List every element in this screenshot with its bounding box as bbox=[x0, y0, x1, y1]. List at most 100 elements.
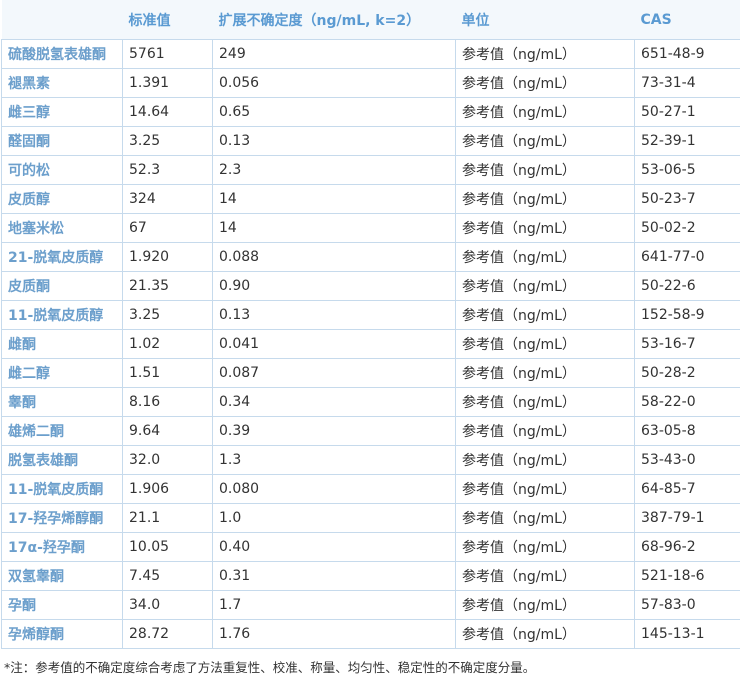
cas-number: 50-27-1 bbox=[634, 97, 740, 127]
standard-value: 67 bbox=[122, 213, 213, 243]
table-row: 雌三醇 14.64 0.65 参考值（ng/mL） 50-27-1 bbox=[1, 97, 740, 127]
cas-number: 53-43-0 bbox=[634, 445, 740, 475]
table-row: 11-脱氧皮质酮 1.906 0.080 参考值（ng/mL） 64-85-7 bbox=[1, 474, 740, 504]
cas-number: 68-96-2 bbox=[634, 532, 740, 562]
uncertainty: 0.90 bbox=[212, 271, 456, 301]
compound-name: 雌二醇 bbox=[1, 358, 123, 388]
compound-name: 睾酮 bbox=[1, 387, 123, 417]
cas-number: 50-22-6 bbox=[634, 271, 740, 301]
standard-value: 7.45 bbox=[122, 561, 213, 591]
table-row: 孕烯醇酮 28.72 1.76 参考值（ng/mL） 145-13-1 bbox=[1, 619, 740, 649]
cas-number: 53-16-7 bbox=[634, 329, 740, 359]
table-row: 雄烯二酮 9.64 0.39 参考值（ng/mL） 63-05-8 bbox=[1, 416, 740, 446]
table-row: 睾酮 8.16 0.34 参考值（ng/mL） 58-22-0 bbox=[1, 387, 740, 417]
cas-number: 521-18-6 bbox=[634, 561, 740, 591]
unit: 参考值（ng/mL） bbox=[455, 329, 635, 359]
cas-number: 387-79-1 bbox=[634, 503, 740, 533]
cas-number: 53-06-5 bbox=[634, 155, 740, 185]
standard-value: 5761 bbox=[122, 39, 213, 69]
compound-name: 17-羟孕烯醇酮 bbox=[1, 503, 123, 533]
table-row: 地塞米松 67 14 参考值（ng/mL） 50-02-2 bbox=[1, 213, 740, 243]
table-row: 雌酮 1.02 0.041 参考值（ng/mL） 53-16-7 bbox=[1, 329, 740, 359]
table-row: 褪黑素 1.391 0.056 参考值（ng/mL） 73-31-4 bbox=[1, 68, 740, 98]
compound-name: 孕酮 bbox=[1, 590, 123, 620]
uncertainty: 0.13 bbox=[212, 126, 456, 156]
unit: 参考值（ng/mL） bbox=[455, 561, 635, 591]
uncertainty: 14 bbox=[212, 184, 456, 214]
standard-value: 32.0 bbox=[122, 445, 213, 475]
unit: 参考值（ng/mL） bbox=[455, 445, 635, 475]
uncertainty: 0.056 bbox=[212, 68, 456, 98]
unit: 参考值（ng/mL） bbox=[455, 300, 635, 330]
compound-name: 孕烯醇酮 bbox=[1, 619, 123, 649]
cas-number: 73-31-4 bbox=[634, 68, 740, 98]
header-unit: 单位 bbox=[455, 0, 635, 40]
uncertainty: 0.31 bbox=[212, 561, 456, 591]
compound-name: 醛固酮 bbox=[1, 126, 123, 156]
table-row: 17-羟孕烯醇酮 21.1 1.0 参考值（ng/mL） 387-79-1 bbox=[1, 503, 740, 533]
uncertainty: 0.40 bbox=[212, 532, 456, 562]
uncertainty: 1.7 bbox=[212, 590, 456, 620]
unit: 参考值（ng/mL） bbox=[455, 68, 635, 98]
cas-number: 52-39-1 bbox=[634, 126, 740, 156]
footnote: *注：参考值的不确定度综合考虑了方法重复性、校准、称量、均匀性、稳定性的不确定度… bbox=[4, 660, 536, 675]
compound-name: 皮质醇 bbox=[1, 184, 123, 214]
unit: 参考值（ng/mL） bbox=[455, 532, 635, 562]
compound-name: 21-脱氧皮质醇 bbox=[1, 242, 123, 272]
unit: 参考值（ng/mL） bbox=[455, 474, 635, 504]
standards-table: 标准值 扩展不确定度（ng/mL, k=2） 单位 CAS 硫酸脱氢表雄酮 576… bbox=[1, 0, 740, 649]
header-row: 标准值 扩展不确定度（ng/mL, k=2） 单位 CAS bbox=[1, 0, 740, 40]
compound-name: 雌三醇 bbox=[1, 97, 123, 127]
table-row: 双氢睾酮 7.45 0.31 参考值（ng/mL） 521-18-6 bbox=[1, 561, 740, 591]
uncertainty: 1.0 bbox=[212, 503, 456, 533]
standard-value: 21.35 bbox=[122, 271, 213, 301]
table-row: 17α-羟孕酮 10.05 0.40 参考值（ng/mL） 68-96-2 bbox=[1, 532, 740, 562]
uncertainty: 0.088 bbox=[212, 242, 456, 272]
unit: 参考值（ng/mL） bbox=[455, 387, 635, 417]
standard-value: 3.25 bbox=[122, 300, 213, 330]
uncertainty: 14 bbox=[212, 213, 456, 243]
unit: 参考值（ng/mL） bbox=[455, 39, 635, 69]
uncertainty: 0.39 bbox=[212, 416, 456, 446]
unit: 参考值（ng/mL） bbox=[455, 503, 635, 533]
uncertainty: 0.65 bbox=[212, 97, 456, 127]
cas-number: 641-77-0 bbox=[634, 242, 740, 272]
header-standard-value: 标准值 bbox=[122, 0, 213, 40]
uncertainty: 1.3 bbox=[212, 445, 456, 475]
standard-value: 1.51 bbox=[122, 358, 213, 388]
unit: 参考值（ng/mL） bbox=[455, 213, 635, 243]
standards-table-container: 标准值 扩展不确定度（ng/mL, k=2） 单位 CAS 硫酸脱氢表雄酮 576… bbox=[0, 0, 740, 649]
compound-name: 17α-羟孕酮 bbox=[1, 532, 123, 562]
cas-number: 50-23-7 bbox=[634, 184, 740, 214]
table-row: 醛固酮 3.25 0.13 参考值（ng/mL） 52-39-1 bbox=[1, 126, 740, 156]
table-header: 标准值 扩展不确定度（ng/mL, k=2） 单位 CAS bbox=[1, 0, 740, 40]
cas-number: 152-58-9 bbox=[634, 300, 740, 330]
header-uncertainty: 扩展不确定度（ng/mL, k=2） bbox=[212, 0, 456, 40]
table-row: 11-脱氧皮质醇 3.25 0.13 参考值（ng/mL） 152-58-9 bbox=[1, 300, 740, 330]
table-row: 可的松 52.3 2.3 参考值（ng/mL） 53-06-5 bbox=[1, 155, 740, 185]
standard-value: 9.64 bbox=[122, 416, 213, 446]
unit: 参考值（ng/mL） bbox=[455, 416, 635, 446]
unit: 参考值（ng/mL） bbox=[455, 590, 635, 620]
unit: 参考值（ng/mL） bbox=[455, 358, 635, 388]
compound-name: 皮质酮 bbox=[1, 271, 123, 301]
standard-value: 1.391 bbox=[122, 68, 213, 98]
compound-name: 可的松 bbox=[1, 155, 123, 185]
compound-name: 褪黑素 bbox=[1, 68, 123, 98]
compound-name: 地塞米松 bbox=[1, 213, 123, 243]
cas-number: 145-13-1 bbox=[634, 619, 740, 649]
compound-name: 双氢睾酮 bbox=[1, 561, 123, 591]
uncertainty: 0.087 bbox=[212, 358, 456, 388]
standard-value: 1.906 bbox=[122, 474, 213, 504]
unit: 参考值（ng/mL） bbox=[455, 126, 635, 156]
uncertainty: 0.34 bbox=[212, 387, 456, 417]
compound-name: 11-脱氧皮质醇 bbox=[1, 300, 123, 330]
uncertainty: 0.13 bbox=[212, 300, 456, 330]
standard-value: 14.64 bbox=[122, 97, 213, 127]
table-row: 孕酮 34.0 1.7 参考值（ng/mL） 57-83-0 bbox=[1, 590, 740, 620]
standard-value: 324 bbox=[122, 184, 213, 214]
unit: 参考值（ng/mL） bbox=[455, 242, 635, 272]
table-row: 雌二醇 1.51 0.087 参考值（ng/mL） 50-28-2 bbox=[1, 358, 740, 388]
compound-name: 脱氢表雄酮 bbox=[1, 445, 123, 475]
standard-value: 1.02 bbox=[122, 329, 213, 359]
